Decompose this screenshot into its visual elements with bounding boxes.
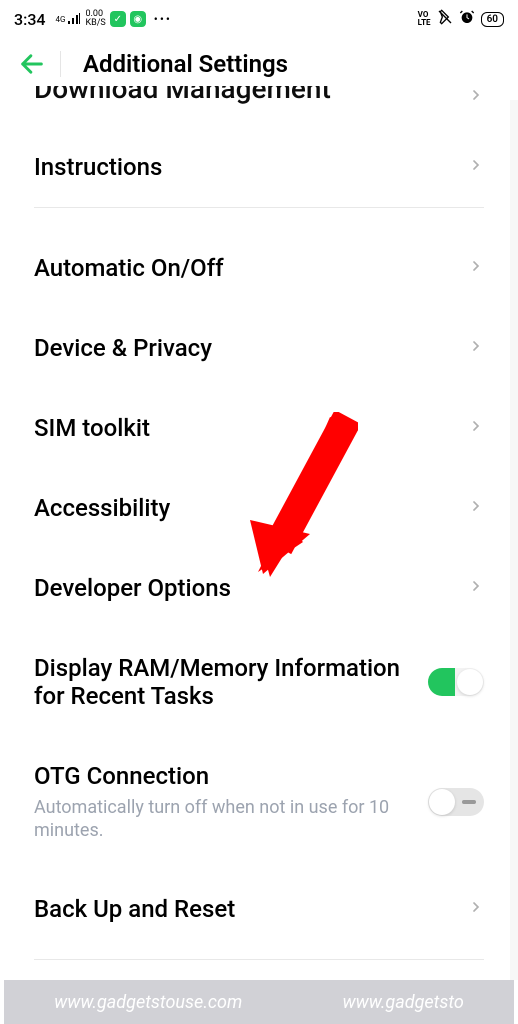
- status-right: VOLTE 60: [418, 9, 504, 29]
- toggle-otg[interactable]: [428, 788, 484, 816]
- more-icon: •••: [154, 12, 172, 26]
- settings-row-sim-toolkit[interactable]: SIM toolkit: [0, 388, 518, 468]
- settings-row-developer-options[interactable]: Developer Options: [0, 548, 518, 628]
- status-left: 3:34 4G 0.00 KB/S ✓ ◉ •••: [14, 10, 172, 29]
- alarm-icon: [459, 9, 475, 29]
- settings-row-auto-onoff[interactable]: Automatic On/Off: [0, 228, 518, 308]
- setting-label: Display RAM/Memory Information for Recen…: [34, 654, 416, 710]
- settings-row-download[interactable]: Download Management: [0, 80, 518, 127]
- setting-label: Accessibility: [34, 494, 456, 522]
- setting-label: Developer Options: [34, 574, 456, 602]
- watermark: www.gadgetstouse.com www.gadgetsto: [4, 980, 514, 1024]
- chevron-right-icon: [468, 578, 484, 598]
- settings-row-instructions[interactable]: Instructions: [0, 127, 518, 207]
- watermark-text: www.gadgetstouse.com: [54, 992, 242, 1013]
- header-divider: [60, 51, 61, 77]
- app-icon-1: ✓: [110, 11, 126, 27]
- settings-list: Download Management Instructions Automat…: [0, 80, 518, 960]
- battery-indicator: 60: [481, 12, 504, 27]
- setting-subtitle: Automatically turn off when not in use f…: [34, 796, 416, 843]
- status-time: 3:34: [14, 10, 46, 29]
- settings-row-display-ram[interactable]: Display RAM/Memory Information for Recen…: [0, 628, 518, 736]
- setting-label: Back Up and Reset: [34, 895, 456, 923]
- signal-icon: 4G: [56, 13, 82, 25]
- chevron-right-icon: [468, 498, 484, 518]
- settings-row-device-privacy[interactable]: Device & Privacy: [0, 308, 518, 388]
- chevron-right-icon: [468, 87, 484, 107]
- settings-row-backup-reset[interactable]: Back Up and Reset: [0, 869, 518, 949]
- setting-label: SIM toolkit: [34, 414, 456, 442]
- status-bar: 3:34 4G 0.00 KB/S ✓ ◉ ••• VOLTE 60: [0, 0, 518, 38]
- chevron-right-icon: [468, 418, 484, 438]
- chevron-right-icon: [468, 899, 484, 919]
- setting-label: Automatic On/Off: [34, 254, 456, 282]
- watermark-text: www.gadgetsto: [343, 992, 464, 1013]
- setting-label: Instructions: [34, 153, 456, 181]
- divider: [34, 959, 484, 960]
- app-icon-2: ◉: [130, 11, 146, 27]
- back-button[interactable]: [18, 50, 46, 78]
- chevron-right-icon: [468, 157, 484, 177]
- scroll-edge: [510, 100, 518, 980]
- chevron-right-icon: [468, 258, 484, 278]
- data-speed: 0.00 KB/S: [85, 10, 105, 28]
- page-title: Additional Settings: [83, 50, 288, 78]
- settings-row-accessibility[interactable]: Accessibility: [0, 468, 518, 548]
- settings-row-otg[interactable]: OTG Connection Automatically turn off wh…: [0, 736, 518, 869]
- chevron-right-icon: [468, 338, 484, 358]
- setting-label: OTG Connection: [34, 762, 416, 790]
- volte-icon: VOLTE: [418, 11, 431, 27]
- vibrate-icon: [437, 9, 453, 29]
- toggle-display-ram[interactable]: [428, 668, 484, 696]
- setting-label: Device & Privacy: [34, 334, 456, 362]
